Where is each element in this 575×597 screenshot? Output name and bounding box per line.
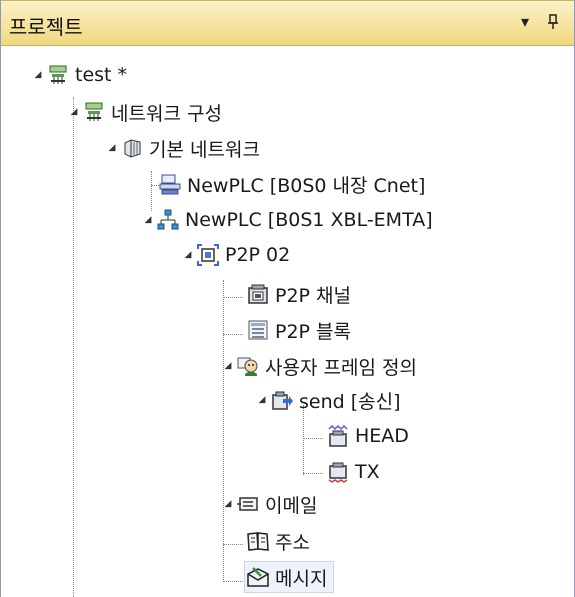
address-book-icon <box>247 530 269 552</box>
collapse-toggle-icon[interactable]: ◢ <box>143 205 153 235</box>
collapse-toggle-icon[interactable]: ◢ <box>223 351 233 381</box>
tree-node-label: P2P 채널 <box>275 284 352 307</box>
tree-node-label: TX <box>355 461 380 483</box>
tree-node-plc-emta[interactable]: ◢ NewPLC [B0S1 XBL-EMTA] <box>143 205 433 235</box>
tree-node-label: NewPLC [B0S1 XBL-EMTA] <box>185 209 433 231</box>
collapse-toggle-icon[interactable]: ◢ <box>257 385 267 415</box>
tree-guide-line <box>223 280 224 580</box>
tree-node-network-config[interactable]: ◢ 네트워크 구성 <box>69 97 222 127</box>
tree-node-label: 주소 <box>275 531 310 554</box>
tree-node-message[interactable]: 메시지 <box>243 561 335 593</box>
project-tree: ◢ test * ◢ 네트워크 구성 ◢ 기본 네트워크 NewPLC [B0S… <box>1 45 574 597</box>
tree-node-p2p[interactable]: ◢ P2P 02 <box>183 240 290 270</box>
tree-guide-line <box>223 581 243 582</box>
collapse-toggle-icon[interactable]: ◢ <box>69 97 79 127</box>
panel-title: 프로젝트 <box>9 15 83 39</box>
tree-node-address[interactable]: 주소 <box>247 526 310 556</box>
serial-device-icon <box>159 173 181 195</box>
tree-node-project[interactable]: ◢ test * <box>33 60 128 90</box>
panel-titlebar: 프로젝트 ▾ <box>1 0 574 46</box>
user-frame-icon <box>237 355 259 377</box>
collapse-toggle-icon[interactable]: ◢ <box>33 60 43 90</box>
tree-node-basic-network[interactable]: ◢ 기본 네트워크 <box>107 133 260 163</box>
tree-node-label: 메시지 <box>275 567 328 590</box>
dropdown-icon[interactable]: ▾ <box>513 9 537 35</box>
ethernet-tree-icon <box>157 209 179 231</box>
tree-node-user-frame[interactable]: ◢ 사용자 프레임 정의 <box>223 351 417 381</box>
collapse-toggle-icon[interactable]: ◢ <box>183 240 193 270</box>
tree-node-p2p-channel[interactable]: P2P 채널 <box>247 279 351 309</box>
frame-tx-icon <box>327 461 349 483</box>
tree-node-email[interactable]: ◢ 이메일 <box>223 489 318 519</box>
tree-node-label: send [송신] <box>299 390 401 413</box>
collapse-toggle-icon[interactable]: ◢ <box>223 489 233 519</box>
tree-node-label: P2P 02 <box>225 244 291 266</box>
message-icon <box>247 566 269 588</box>
send-icon <box>271 389 293 411</box>
tree-guide-line <box>303 473 323 474</box>
tree-node-label: HEAD <box>355 425 409 447</box>
tree-node-label: 사용자 프레임 정의 <box>265 356 417 379</box>
tree-node-label: test * <box>75 64 128 86</box>
tree-node-p2p-block[interactable]: P2P 블록 <box>247 315 351 345</box>
email-icon <box>237 493 259 515</box>
tree-node-label: 기본 네트워크 <box>149 138 260 161</box>
channel-icon <box>247 283 269 305</box>
tree-node-plc-cnet[interactable]: NewPLC [B0S0 내장 Cnet] <box>159 169 425 199</box>
tree-guide-line <box>223 297 243 298</box>
tree-guide-line <box>223 334 243 335</box>
tree-node-head[interactable]: HEAD <box>327 421 409 451</box>
tree-node-tx[interactable]: TX <box>327 457 380 487</box>
collapse-toggle-icon[interactable]: ◢ <box>107 133 117 163</box>
tree-node-label: P2P 블록 <box>275 320 352 343</box>
tree-guide-line <box>223 544 243 545</box>
tree-node-label: 이메일 <box>265 494 318 517</box>
network-icon <box>83 101 105 123</box>
tree-node-label: NewPLC [B0S0 내장 Cnet] <box>187 174 426 197</box>
tree-node-label: 네트워크 구성 <box>111 102 222 125</box>
project-panel: 프로젝트 ▾ ◢ test * ◢ 네트워크 구성 ◢ 기본 네트워크 NewP… <box>0 0 575 597</box>
network-icon <box>47 64 69 86</box>
frame-head-icon <box>327 425 349 447</box>
basic-network-icon <box>121 137 143 159</box>
tree-guide-line <box>303 438 323 439</box>
block-list-icon <box>247 319 269 341</box>
pin-icon[interactable] <box>541 9 565 35</box>
p2p-icon <box>197 244 219 266</box>
tree-guide-line <box>303 405 304 475</box>
tree-node-send[interactable]: ◢ send [송신] <box>257 385 401 415</box>
tree-guide-line <box>73 97 74 597</box>
